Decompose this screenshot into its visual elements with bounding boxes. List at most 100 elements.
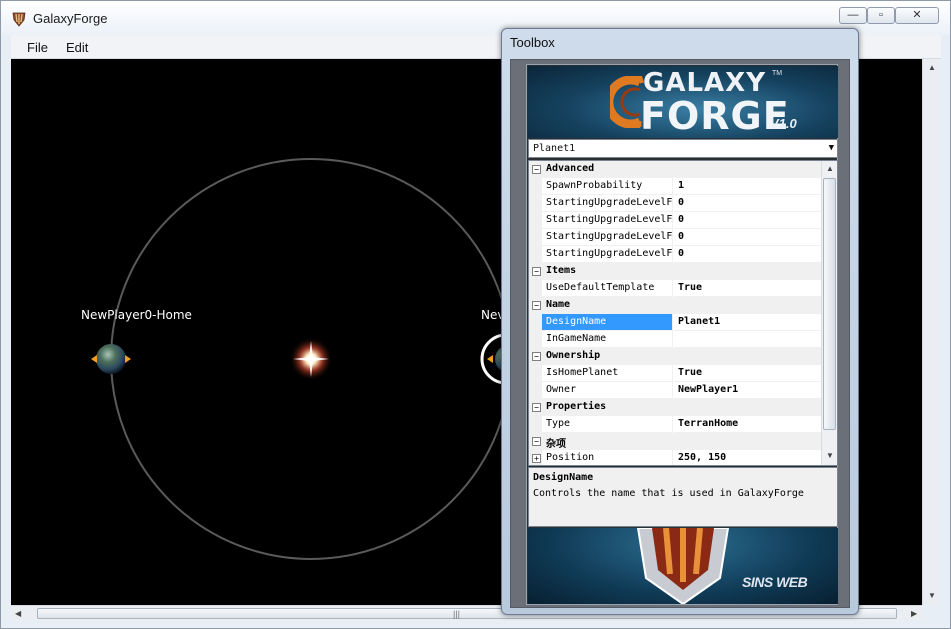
collapse-icon[interactable]: −	[532, 301, 541, 310]
property-category[interactable]: − Name	[529, 297, 821, 314]
window-title: GalaxyForge	[33, 11, 108, 26]
scroll-down-icon[interactable]: ▼	[928, 591, 936, 600]
property-row[interactable]: StartingUpgradeLevelF 0	[529, 212, 821, 229]
property-value[interactable]	[674, 331, 821, 348]
property-row[interactable]: StartingUpgradeLevelF 0	[529, 246, 821, 263]
property-name[interactable]: InGameName	[542, 331, 673, 348]
chevron-down-icon[interactable]: ▼	[829, 143, 834, 153]
property-row-gutter	[529, 246, 542, 263]
toolbox-window[interactable]: Toolbox GALAXY TM FORGE V1.0 Planet1 ▼ −…	[501, 28, 859, 615]
property-name[interactable]: StartingUpgradeLevelF	[542, 246, 673, 263]
property-name[interactable]: StartingUpgradeLevelF	[542, 229, 673, 246]
menu-edit[interactable]: Edit	[66, 40, 88, 55]
property-value[interactable]: NewPlayer1	[674, 382, 821, 399]
collapse-icon[interactable]: −	[532, 267, 541, 276]
scroll-right-icon[interactable]: ▶	[911, 609, 917, 618]
property-row-gutter	[529, 212, 542, 229]
property-name[interactable]: UseDefaultTemplate	[542, 280, 673, 297]
property-value[interactable]: 0	[674, 246, 821, 263]
collapse-icon[interactable]: −	[532, 165, 541, 174]
collapse-icon[interactable]: −	[532, 352, 541, 361]
property-row[interactable]: InGameName	[529, 331, 821, 348]
toolbox-title: Toolbox	[510, 35, 555, 50]
menu-file[interactable]: File	[27, 40, 48, 55]
object-selector-dropdown[interactable]: Planet1 ▼	[528, 139, 838, 158]
property-value[interactable]: True	[674, 280, 821, 297]
scroll-up-icon[interactable]: ▲	[826, 164, 834, 173]
property-value[interactable]: 250, 150	[674, 450, 821, 465]
property-category-label: Name	[546, 299, 571, 310]
property-value[interactable]: Planet1	[674, 314, 821, 331]
property-value[interactable]: TerranHome	[674, 416, 821, 433]
property-category-label: Advanced	[546, 163, 595, 174]
property-row[interactable]: UseDefaultTemplate True	[529, 280, 821, 297]
emblem-icon	[636, 528, 730, 604]
property-row-gutter	[529, 416, 542, 433]
property-category-label: 杂项	[546, 439, 566, 450]
toolbox-frame: GALAXY TM FORGE V1.0 Planet1 ▼ − Advanced…	[526, 64, 838, 605]
collapse-icon[interactable]: −	[532, 403, 541, 412]
property-category[interactable]: − Items	[529, 263, 821, 280]
logo-version: V1.0	[770, 116, 797, 131]
maximize-button[interactable]: ▫	[867, 7, 895, 24]
property-row[interactable]: StartingUpgradeLevelF 0	[529, 195, 821, 212]
property-description-panel: DesignName Controls the name that is use…	[528, 467, 838, 527]
sins-web-link[interactable]: SINS WEB	[742, 574, 808, 590]
property-row-gutter	[529, 314, 542, 331]
property-name[interactable]: IsHomePlanet	[542, 365, 673, 382]
property-row-gutter	[529, 178, 542, 195]
galaxyforge-app-icon	[12, 12, 26, 27]
star-icon[interactable]	[289, 337, 333, 381]
property-name[interactable]: Type	[542, 416, 673, 433]
property-name[interactable]: Owner	[542, 382, 673, 399]
property-category[interactable]: − 杂项	[529, 433, 821, 450]
property-row[interactable]: Type TerranHome	[529, 416, 821, 433]
property-name[interactable]: StartingUpgradeLevelF	[542, 195, 673, 212]
property-name[interactable]: Position	[542, 450, 673, 465]
minimize-button[interactable]: —	[839, 7, 867, 24]
property-category-label: Ownership	[546, 350, 601, 361]
property-value[interactable]: True	[674, 365, 821, 382]
gear-icon	[610, 76, 644, 128]
planet-label-player0: NewPlayer0-Home	[81, 308, 192, 322]
property-name[interactable]: StartingUpgradeLevelF	[542, 212, 673, 229]
property-value[interactable]: 0	[674, 212, 821, 229]
expand-icon[interactable]: +	[532, 454, 541, 463]
property-row[interactable]: SpawnProbability 1	[529, 178, 821, 195]
property-category[interactable]: − Advanced	[529, 161, 821, 178]
property-grid-scrollbar[interactable]: ▲ ▼	[821, 161, 837, 465]
planet-home-player0[interactable]	[91, 344, 131, 374]
property-value[interactable]: 0	[674, 229, 821, 246]
property-row[interactable]: StartingUpgradeLevelF 0	[529, 229, 821, 246]
property-row-gutter	[529, 229, 542, 246]
close-button[interactable]: ✕	[895, 7, 939, 24]
property-row-gutter	[529, 331, 542, 348]
collapse-icon[interactable]: −	[532, 437, 541, 446]
sins-web-banner[interactable]: SINS WEB	[528, 528, 838, 604]
property-row[interactable]: + Position 250, 150	[529, 450, 821, 465]
property-row[interactable]: IsHomePlanet True	[529, 365, 821, 382]
property-name[interactable]: DesignName	[542, 314, 673, 331]
scroll-left-icon[interactable]: ◀	[15, 609, 21, 618]
vertical-scrollbar[interactable]: ▲ ▼	[922, 59, 940, 605]
scroll-down-icon[interactable]: ▼	[826, 451, 834, 460]
property-grid-scroll-thumb[interactable]	[823, 178, 836, 430]
description-text: Controls the name that is used in Galaxy…	[533, 488, 804, 499]
property-name[interactable]: SpawnProbability	[542, 178, 673, 195]
property-row-gutter	[529, 195, 542, 212]
scroll-up-icon[interactable]: ▲	[928, 63, 936, 72]
galaxy-forge-logo: GALAXY TM FORGE V1.0	[528, 66, 838, 138]
object-selector-value: Planet1	[533, 143, 576, 154]
property-value[interactable]: 1	[674, 178, 821, 195]
property-value[interactable]: 0	[674, 195, 821, 212]
property-row-gutter	[529, 280, 542, 297]
property-category-label: Properties	[546, 401, 607, 412]
property-row[interactable]: DesignName Planet1	[529, 314, 821, 331]
property-category[interactable]: − Ownership	[529, 348, 821, 365]
property-category-label: Items	[546, 265, 577, 276]
logo-text-forge: FORGE	[640, 94, 790, 138]
property-grid[interactable]: − Advanced SpawnProbability 1 StartingUpgrad…	[528, 160, 838, 466]
property-row[interactable]: Owner NewPlayer1	[529, 382, 821, 399]
toolbox-body: GALAXY TM FORGE V1.0 Planet1 ▼ − Advanced…	[510, 59, 850, 608]
property-category[interactable]: − Properties	[529, 399, 821, 416]
